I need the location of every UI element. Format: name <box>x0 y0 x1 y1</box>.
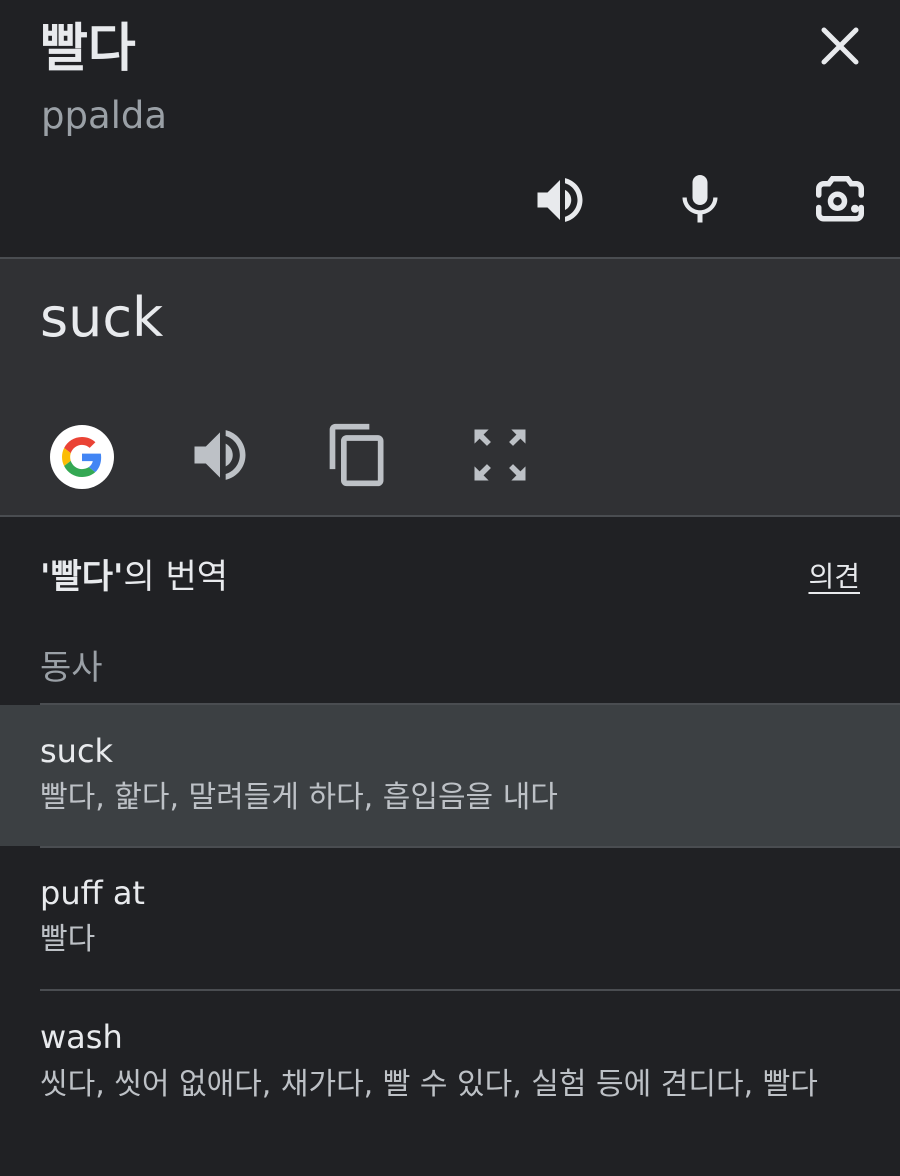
fullscreen-icon[interactable] <box>466 421 534 489</box>
source-romanization: ppalda <box>41 94 168 137</box>
translation-synonyms: 씻다, 씻어 없애다, 채가다, 빨 수 있다, 실험 등에 견디다, 빨다 <box>40 1067 818 1102</box>
target-panel: suck <box>0 259 900 515</box>
translation-word: puff at <box>40 874 145 912</box>
google-logo-icon[interactable] <box>50 425 114 489</box>
source-word: 빨다 <box>40 19 136 79</box>
translation-row[interactable]: wash 씻다, 씻어 없애다, 채가다, 빨 수 있다, 실험 등에 견디다,… <box>0 991 900 1176</box>
camera-lens-icon[interactable] <box>810 170 870 230</box>
title-quote-open: ' <box>40 557 51 597</box>
target-word: suck <box>40 286 164 349</box>
title-suffix: 의 번역 <box>123 557 229 597</box>
translation-row[interactable]: suck 빨다, 핥다, 말려들게 하다, 흡입음을 내다 <box>0 705 900 846</box>
translation-synonyms: 빨다, 핥다, 말려들게 하다, 흡입음을 내다 <box>40 780 558 815</box>
google-g-icon <box>62 437 102 477</box>
close-icon[interactable] <box>812 18 868 74</box>
copy-icon[interactable] <box>324 421 392 489</box>
translation-word: wash <box>40 1018 123 1056</box>
target-speaker-icon[interactable] <box>186 421 254 489</box>
source-panel: 빨다 ppalda <box>0 0 900 257</box>
title-quote-close: ' <box>112 557 124 597</box>
panel-divider <box>0 515 900 517</box>
source-speaker-icon[interactable] <box>530 170 590 230</box>
feedback-link[interactable]: 의견 <box>808 557 860 597</box>
translation-word: suck <box>40 732 114 770</box>
title-word: 빨다 <box>50 557 113 597</box>
translations-title: '빨다'의 번역 <box>40 553 228 601</box>
translation-row[interactable]: puff at 빨다 <box>0 848 900 989</box>
microphone-icon[interactable] <box>670 170 730 230</box>
part-of-speech-label: 동사 <box>40 648 103 688</box>
translation-synonyms: 빨다 <box>40 922 96 957</box>
